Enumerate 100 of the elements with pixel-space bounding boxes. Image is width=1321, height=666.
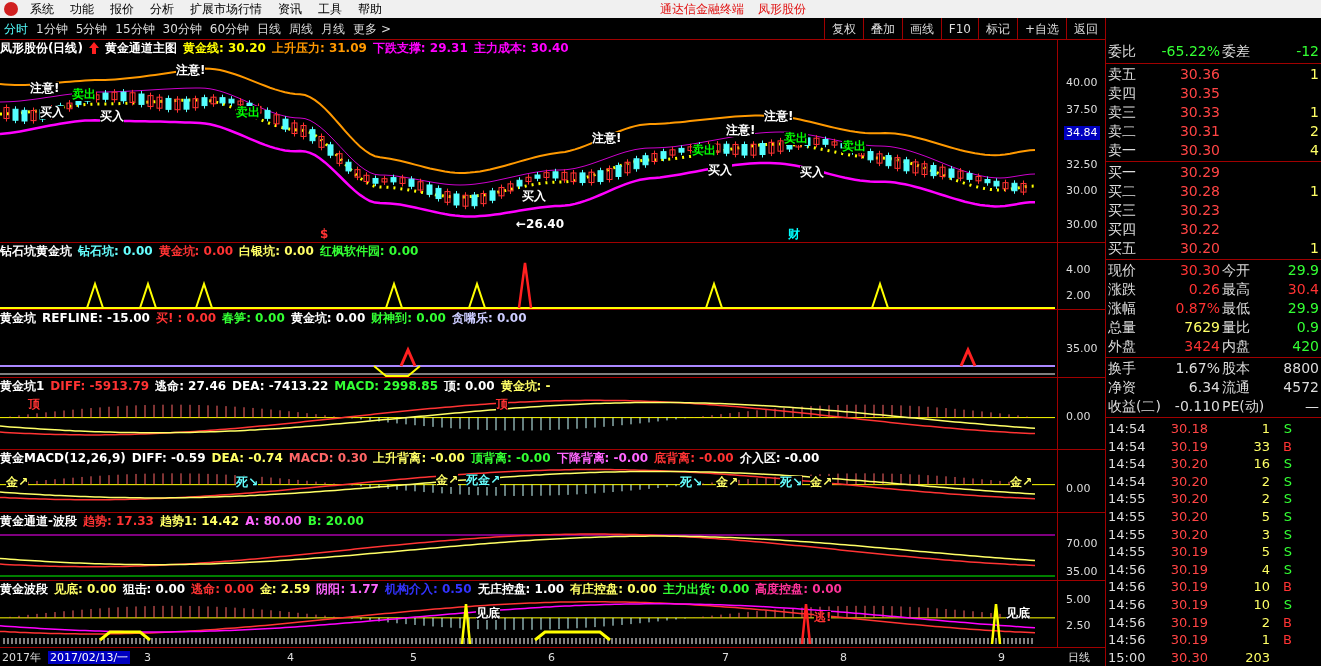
tick-time: 14:55 [1108,525,1147,544]
quote-label: 现价 [1108,261,1137,280]
quote-label: 换手 [1108,359,1137,378]
legend-text: 红枫软件园: 0.00 [319,243,419,259]
toolbar-button[interactable]: 画线 [901,18,941,39]
peak-marker [195,280,213,309]
tick-price: 30.30 [1169,648,1208,666]
axis-label: 0.00 [1065,410,1092,424]
menu-item[interactable]: 帮助 [350,0,390,18]
period-tab[interactable]: 日线 [253,19,286,38]
menu-item[interactable]: 扩展市场行情 [182,0,270,18]
period-tab[interactable]: 60分钟 [205,19,254,38]
toolbar-button[interactable]: 返回 [1066,18,1105,39]
quote-label: 涨跌 [1108,280,1137,299]
period-tab[interactable]: 30分钟 [158,19,206,38]
legend-text: 黄金坑: 0.00 [158,243,234,259]
period-tab[interactable]: 分时 [0,19,32,38]
quote-label: 内盘 [1221,337,1251,356]
quote-value: 30.30 [1178,261,1220,280]
legend-text: 狙击: 0.00 [122,581,186,597]
legend-text: 黄金通道主图 [104,40,177,56]
order-book-label: 买四 [1108,220,1137,239]
toolbar-button[interactable]: 复权 [823,18,863,39]
legend-text: 介入区: -0.00 [739,450,820,466]
period-label: 日线 [1068,650,1090,664]
menu-item[interactable]: 工具 [310,0,350,18]
legend-text: 机构介入: 0.50 [384,581,472,597]
period-tab[interactable]: 更多 > [349,19,395,38]
legend-text: 钻石坑: 0.00 [78,243,153,259]
menu-item[interactable]: 报价 [102,0,142,18]
period-tab[interactable]: 周线 [285,19,318,38]
legend-text: 黄金波段 [0,581,48,597]
order-volume: 1 [1309,182,1319,201]
tick-side: S [1282,560,1292,579]
toolbar-button[interactable]: 标记 [977,18,1017,39]
legend-text: 趋势: 17.33 [83,513,154,529]
trough-marker [373,365,421,377]
menu-item[interactable]: 资讯 [270,0,310,18]
chart-annotation: 卖出 [842,140,866,153]
quote-label: 最低 [1221,299,1251,318]
menu-item[interactable]: 分析 [142,0,182,18]
period-tab[interactable]: 1分钟 [32,19,72,38]
menu-item[interactable]: 系统 [22,0,62,18]
period-tab[interactable]: 5分钟 [71,19,112,38]
tick-time: 14:56 [1108,578,1147,596]
order-book-label: 买二 [1108,182,1137,201]
quote-value: 0.26 [1187,280,1220,299]
quote-label: 量比 [1221,318,1251,337]
legend-text: 黄金坑: - [500,378,551,394]
peak-marker [385,280,403,309]
chart-annotation: 财 [788,228,800,241]
menu-item[interactable]: 功能 [62,0,102,18]
quote-value: — [1304,397,1319,416]
time-axis-label: 2017/02/13/一 [48,650,131,664]
legend-text: 上升背离: -0.00 [373,450,465,466]
quote-value: 0.87% [1174,299,1220,318]
order-book-label: 买五 [1108,239,1137,258]
axis-label: 35.00 [1065,565,1099,579]
quote-value: 29.9 [1286,261,1319,280]
chart-annotation: 注意! [726,124,756,137]
chart-annotation: 顶 [496,398,508,411]
peak-marker [705,280,723,309]
toolbar-button[interactable]: 叠加 [862,18,902,39]
tick-time: 15:00 [1108,648,1147,666]
tick-volume: 203 [1244,648,1270,666]
chart-annotation: 注意! [764,110,794,123]
tick-volume: 33 [1252,437,1270,456]
order-volume: 2 [1309,122,1319,141]
tick-price: 30.20 [1169,472,1208,491]
chart-annotation: 金↗ [716,476,739,489]
app-title: 通达信金融终端 [660,1,744,18]
axis-label: 0.00 [1065,482,1092,496]
tick-price: 30.19 [1169,560,1208,579]
tick-volume: 1 [1260,420,1270,438]
period-tab[interactable]: 15分钟 [111,19,159,38]
toolbar-button[interactable]: +自选 [1016,18,1066,39]
order-price: 30.35 [1178,84,1220,103]
tick-time: 14:54 [1108,455,1147,473]
quote-value: -65.22% [1160,42,1220,61]
legend-text: 底背离: -0.00 [654,450,734,466]
tick-price: 30.19 [1169,631,1208,649]
chart-annotation: 金↗ [1010,476,1033,489]
toolbar-button[interactable]: F10 [940,18,978,39]
legend-text: 贪嘴乐: 0.00 [451,310,527,326]
chart-annotation: 见底 [1006,607,1030,620]
order-price: 30.22 [1178,220,1220,239]
spike-marker [990,602,1002,645]
period-tab[interactable]: 月线 [317,19,350,38]
axis-label: 35.00 [1065,342,1099,356]
quote-label: 总量 [1108,318,1137,337]
time-axis-label: 8 [839,650,848,664]
legend-text: 黄金MACD(12,26,9) [0,450,126,466]
order-price: 30.28 [1178,182,1220,201]
quote-label: 涨幅 [1108,299,1137,318]
chart-annotation: 注意! [176,64,206,77]
order-price: 30.20 [1178,239,1220,258]
tick-volume: 1 [1260,631,1270,649]
quote-value: 0.9 [1295,318,1319,337]
time-axis-label: 7 [721,650,730,664]
time-axis-label: 4 [286,650,295,664]
